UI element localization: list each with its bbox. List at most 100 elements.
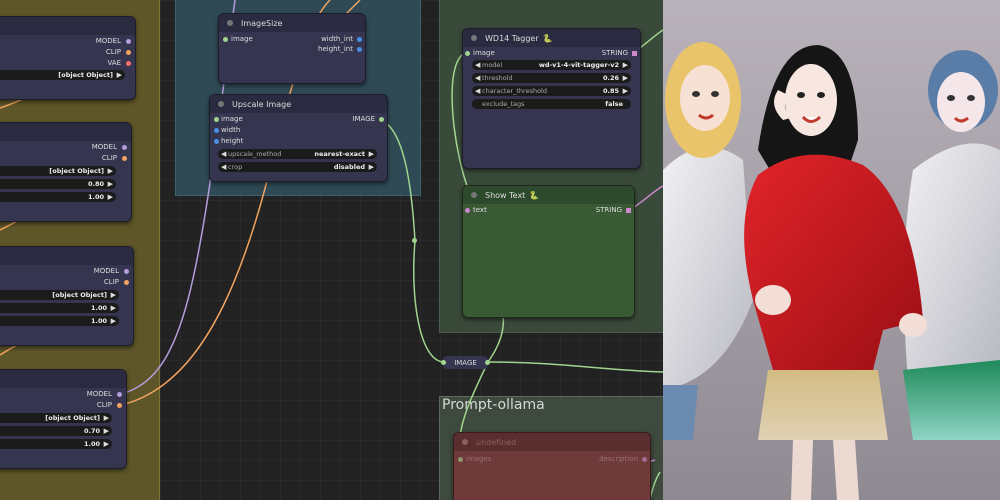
output-string: STRING xyxy=(595,206,622,214)
checkpoint-loader-node[interactable]: MODEL CLIP VAE [object Object] ▶ xyxy=(0,16,136,100)
strength-model-widget[interactable]: 1.00 ▶ xyxy=(0,303,119,313)
wd14-tagger-node[interactable]: WD14 Tagger 🐍 image STRING ◀ model wd-v1-… xyxy=(462,28,641,169)
output-clip-dot[interactable] xyxy=(117,403,122,408)
input-text: text xyxy=(473,206,487,214)
node-header[interactable]: Show Text 🐍 xyxy=(463,186,634,204)
collapse-dot-icon[interactable] xyxy=(227,20,233,26)
collapse-dot-icon[interactable] xyxy=(462,439,468,445)
exclude-tags-widget[interactable]: exclude_tags false xyxy=(472,99,631,109)
output-clip: CLIP xyxy=(105,48,121,56)
input-text-dot[interactable] xyxy=(465,208,470,213)
output-string-dot[interactable] xyxy=(632,51,637,56)
output-clip: CLIP xyxy=(101,154,117,162)
increment-icon[interactable]: ▶ xyxy=(623,61,628,69)
output-height-int: height_int xyxy=(318,45,353,53)
node-header[interactable] xyxy=(0,370,126,388)
output-clip-dot[interactable] xyxy=(124,280,129,285)
increment-icon[interactable]: ▶ xyxy=(623,74,628,82)
node-header[interactable]: Upscale Image xyxy=(210,95,387,113)
input-image: image xyxy=(473,49,495,57)
input-height-dot[interactable] xyxy=(214,139,219,144)
lora-loader-node-1[interactable]: MODEL CLIP [object Object] ▶ 0.80 ▶ 1.00 ▶ xyxy=(0,122,132,222)
node-header[interactable] xyxy=(0,247,133,265)
node-header[interactable] xyxy=(0,123,131,141)
lora-name-widget[interactable]: [object Object] ▶ xyxy=(0,290,119,300)
output-model-dot[interactable] xyxy=(124,269,129,274)
decrement-icon[interactable]: ◀ xyxy=(221,150,226,158)
output-model-dot[interactable] xyxy=(126,39,131,44)
lora-name-widget[interactable]: [object Object] ▶ xyxy=(0,413,112,423)
input-image-dot[interactable] xyxy=(465,51,470,56)
node-header[interactable] xyxy=(0,17,135,35)
node-title: ImageSize xyxy=(241,18,283,28)
strength-model-widget[interactable]: 0.70 ▶ xyxy=(0,426,112,436)
node-title: undefined xyxy=(476,437,517,447)
input-width: width xyxy=(221,126,241,134)
lora-loader-node-3[interactable]: MODEL CLIP [object Object] ▶ 0.70 ▶ 1.00 ▶ xyxy=(0,369,127,469)
undefined-node[interactable]: undefined images description xyxy=(453,432,651,500)
reroute-midpoint-dot[interactable] xyxy=(412,238,417,243)
node-header[interactable]: ImageSize xyxy=(219,14,365,32)
input-width-dot[interactable] xyxy=(214,128,219,133)
collapse-dot-icon[interactable] xyxy=(471,192,477,198)
output-height-dot[interactable] xyxy=(357,47,362,52)
collapse-dot-icon[interactable] xyxy=(218,101,224,107)
upscale-method-widget[interactable]: ◀ upscale_method nearest-exact ▶ xyxy=(218,149,377,159)
reroute-input-dot[interactable] xyxy=(441,360,446,365)
output-width-dot[interactable] xyxy=(357,37,362,42)
input-image-dot[interactable] xyxy=(214,117,219,122)
input-images: images xyxy=(466,455,492,463)
upscale-image-node[interactable]: Upscale Image image width height IMAGE ◀… xyxy=(209,94,388,182)
show-text-node[interactable]: Show Text 🐍 text STRING xyxy=(462,185,635,318)
output-model: MODEL xyxy=(86,390,112,398)
decrement-icon[interactable]: ◀ xyxy=(475,87,480,95)
output-clip-dot[interactable] xyxy=(122,156,127,161)
output-description: description xyxy=(599,455,638,463)
model-widget[interactable]: ◀ model wd-v1-4-vit-tagger-v2 ▶ xyxy=(472,60,631,70)
input-images-dot[interactable] xyxy=(458,457,463,462)
node-title: WD14 Tagger xyxy=(485,33,539,43)
output-model: MODEL xyxy=(91,143,117,151)
increment-icon[interactable]: ▶ xyxy=(369,163,374,171)
strength-clip-widget[interactable]: 1.00 ▶ xyxy=(0,192,116,202)
input-image-dot[interactable] xyxy=(223,37,228,42)
output-string-dot[interactable] xyxy=(626,208,631,213)
node-header[interactable]: undefined xyxy=(454,433,650,451)
output-description-dot[interactable] xyxy=(642,457,647,462)
figurines-photo xyxy=(663,0,1000,500)
collapse-dot-icon[interactable] xyxy=(471,35,477,41)
input-height: height xyxy=(221,137,244,145)
node-title: Show Text xyxy=(485,190,526,200)
lora-name-widget[interactable]: [object Object] ▶ xyxy=(0,166,116,176)
lora-loader-node-2[interactable]: MODEL CLIP [object Object] ▶ 1.00 ▶ 1.00 ▶ xyxy=(0,246,134,346)
decrement-icon[interactable]: ◀ xyxy=(221,163,226,171)
strength-model-widget[interactable]: 0.80 ▶ xyxy=(0,179,116,189)
output-vae-dot[interactable] xyxy=(126,61,131,66)
reroute-output-dot[interactable] xyxy=(485,360,490,365)
output-clip: CLIP xyxy=(103,278,119,286)
output-vae: VAE xyxy=(107,59,121,67)
image-size-node[interactable]: ImageSize image width_int height_int xyxy=(218,13,366,84)
output-model: MODEL xyxy=(93,267,119,275)
node-title: Upscale Image xyxy=(232,99,292,109)
output-model-dot[interactable] xyxy=(122,145,127,150)
strength-clip-widget[interactable]: 1.00 ▶ xyxy=(0,316,119,326)
strength-clip-widget[interactable]: 1.00 ▶ xyxy=(0,439,112,449)
output-clip-dot[interactable] xyxy=(126,50,131,55)
python-badge-icon: 🐍 xyxy=(529,190,540,200)
decrement-icon[interactable]: ◀ xyxy=(475,74,480,82)
node-header[interactable]: WD14 Tagger 🐍 xyxy=(463,29,640,47)
character-threshold-widget[interactable]: ◀ character_threshold 0.85 ▶ xyxy=(472,86,631,96)
crop-widget[interactable]: ◀ crop disabled ▶ xyxy=(218,162,377,172)
output-image: IMAGE xyxy=(352,115,375,123)
image-preview xyxy=(663,0,1000,500)
increment-icon[interactable]: ▶ xyxy=(369,150,374,158)
output-image-dot[interactable] xyxy=(379,117,384,122)
threshold-widget[interactable]: ◀ threshold 0.26 ▶ xyxy=(472,73,631,83)
output-model-dot[interactable] xyxy=(117,392,122,397)
node-graph-canvas[interactable]: Prompt-ollama MODEL CLIP VAE [object Obj… xyxy=(0,0,663,500)
config-widget[interactable]: [object Object] ▶ xyxy=(0,70,125,80)
decrement-icon[interactable]: ◀ xyxy=(475,61,480,69)
increment-icon[interactable]: ▶ xyxy=(623,87,628,95)
image-reroute-node[interactable]: IMAGE xyxy=(443,356,488,369)
